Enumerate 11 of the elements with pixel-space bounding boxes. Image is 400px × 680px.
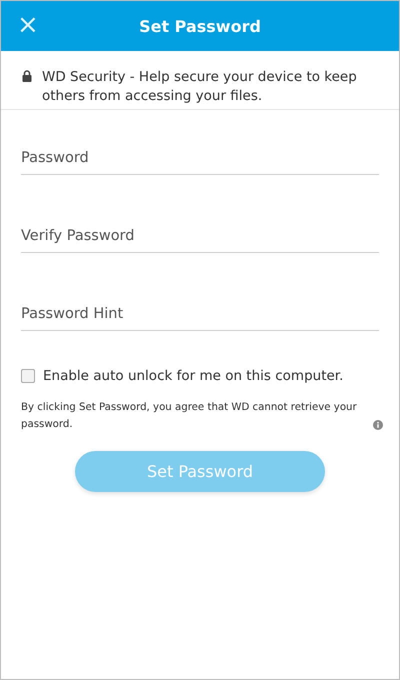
close-button[interactable]: × xyxy=(13,11,43,39)
checkbox[interactable] xyxy=(21,369,35,383)
lock-icon xyxy=(22,70,32,82)
password-field[interactable]: Verify Password xyxy=(21,222,379,253)
info-icon[interactable] xyxy=(373,420,383,430)
password-field[interactable]: Password Hint xyxy=(21,300,379,331)
info-text: WD Security - Help secure your device to keep others from accessing your files. xyxy=(42,68,358,106)
dialog-title: Set Password xyxy=(139,16,261,36)
checkbox-label: Enable auto unlock for me on this computer. xyxy=(43,368,344,384)
password-field[interactable]: Password xyxy=(21,144,379,175)
disclaimer-text: By clicking Set Password, you agree that WD cannot retrieve your password. xyxy=(21,401,358,432)
